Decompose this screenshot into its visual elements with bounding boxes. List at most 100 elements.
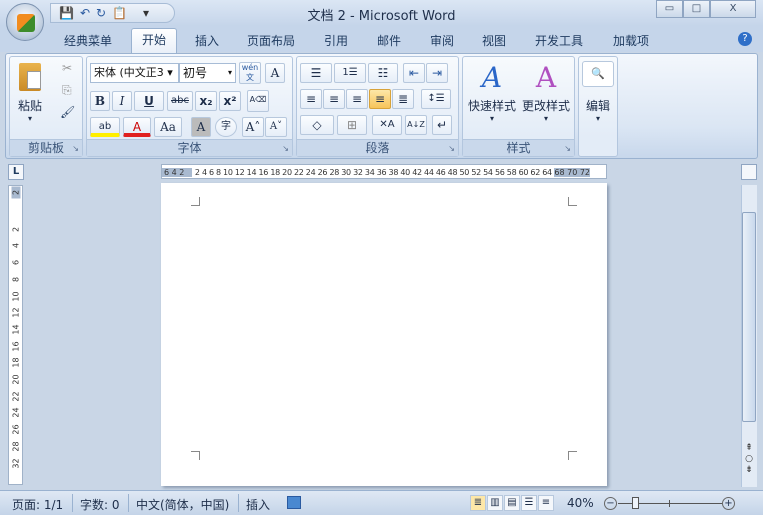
increase-indent-button[interactable]: ⇥ (426, 63, 448, 83)
print-layout-view-icon[interactable]: ≣ (470, 495, 486, 511)
sort-button[interactable]: A↓Z (405, 115, 427, 135)
format-painter-icon[interactable]: 🖌 (60, 105, 75, 119)
ruler-number: 6 (11, 260, 21, 266)
ruler-number: 14 (11, 324, 21, 335)
dialog-launcher-icon[interactable]: ↘ (448, 144, 455, 153)
view-ruler-button[interactable] (741, 164, 757, 180)
document-page[interactable] (161, 183, 607, 486)
quick-styles-button[interactable]: A 快速样式 ▾ (466, 61, 518, 133)
clipboard-icon (19, 63, 41, 91)
justify-button[interactable]: ≡ (369, 89, 391, 109)
cut-icon[interactable]: ✂ (62, 61, 72, 75)
chinese-layout-button[interactable]: ✕A (372, 115, 402, 135)
styles-label: 样式 (463, 139, 574, 156)
align-center-button[interactable]: ≡ (323, 89, 345, 109)
tab-selector-button[interactable]: L (8, 164, 24, 180)
copy-icon[interactable]: ⎘ (62, 83, 72, 98)
shrink-font-button[interactable]: A˅ (265, 117, 287, 137)
tab-mailings[interactable]: 邮件 (377, 32, 401, 49)
browse-object-buttons[interactable]: ⇞ ○ ⇟ (744, 443, 754, 476)
phonetic-guide-button[interactable]: wén 文 (239, 62, 261, 84)
line-spacing-button[interactable]: ↕☰ (421, 89, 451, 109)
tab-addins[interactable]: 加载项 (613, 32, 649, 49)
macro-record-icon[interactable] (287, 496, 301, 509)
quick-styles-icon: A (481, 61, 503, 94)
align-left-button[interactable]: ≡ (300, 89, 322, 109)
show-marks-button[interactable]: ↵ (432, 115, 452, 135)
maximize-button[interactable]: □ (683, 0, 710, 18)
paragraph-group: ☰ 1☰ ☷ ⇤ ⇥ ≡ ≡ ≡ ≡ ≣ ↕☰ ◇ ⊞ ✕A A↓Z ↵ 段落 ↘ (296, 56, 459, 157)
office-button[interactable] (6, 3, 44, 41)
close-button[interactable]: X (710, 0, 756, 18)
bullets-button[interactable]: ☰ (300, 63, 332, 83)
tab-home[interactable]: 开始 (131, 28, 177, 54)
subscript-button[interactable]: x₂ (195, 91, 217, 111)
paragraph-label: 段落 (297, 139, 458, 156)
character-border-button[interactable]: A (265, 63, 285, 83)
draft-view-icon[interactable]: ≡ (538, 495, 554, 511)
multilevel-list-button[interactable]: ☷ (368, 63, 398, 83)
grow-font-button[interactable]: A˄ (242, 117, 264, 137)
underline-button[interactable]: U (134, 91, 164, 111)
crop-mark (191, 451, 200, 460)
paste-button[interactable]: 粘贴 ▾ (14, 61, 46, 133)
zoom-out-icon[interactable]: − (604, 497, 617, 510)
outline-view-icon[interactable]: ☰ (521, 495, 537, 511)
character-shading-button[interactable]: A (191, 117, 211, 137)
change-styles-button[interactable]: A 更改样式 ▾ (520, 61, 572, 133)
tab-page-layout[interactable]: 页面布局 (247, 32, 295, 49)
find-icon: 🔍 (582, 61, 614, 87)
clear-formatting-button[interactable]: A⌫ (247, 90, 269, 112)
dialog-launcher-icon[interactable]: ↘ (282, 144, 289, 153)
vertical-ruler[interactable]: 2 2 4 6 8 10 12 14 16 18 20 22 24 26 28 32 (8, 185, 23, 485)
font-size-combo[interactable]: 初号 ▾ (179, 63, 236, 83)
web-layout-icon[interactable]: ▤ (504, 495, 520, 511)
tab-review[interactable]: 审阅 (430, 32, 454, 49)
ruler-number: 2 (11, 226, 21, 232)
editing-group: 🔍 编辑 ▾ (578, 56, 618, 157)
ribbon: 粘贴 ▾ ✂ ⎘ 🖌 剪贴板 ↘ 宋体 (中文正3 ▾ 初号 ▾ wén 文 A B … (5, 53, 758, 159)
font-label: 字体 (87, 139, 292, 156)
zoom-level[interactable]: 40% (567, 496, 594, 510)
shading-button[interactable]: ◇ (300, 115, 334, 135)
horizontal-ruler[interactable]: 6 4 2 2 4 6 8 10 12 14 16 18 20 22 24 26… (161, 164, 607, 179)
change-case-button[interactable]: Aa (154, 117, 182, 137)
borders-button[interactable]: ⊞ (337, 115, 367, 135)
superscript-button[interactable]: x² (219, 91, 241, 111)
tab-developer[interactable]: 开发工具 (535, 32, 583, 49)
page-count[interactable]: 页面: 1/1 (12, 496, 63, 513)
strikethrough-button[interactable]: abc (167, 91, 193, 111)
word-count[interactable]: 字数: 0 (80, 496, 120, 513)
insert-mode[interactable]: 插入 (246, 496, 270, 513)
tab-classic-menu[interactable]: 经典菜单 (64, 32, 112, 49)
ruler-number: 4 (11, 243, 21, 249)
dialog-launcher-icon[interactable]: ↘ (564, 144, 571, 153)
tab-view[interactable]: 视图 (482, 32, 506, 49)
paste-label: 粘贴 (17, 99, 42, 113)
full-screen-reading-icon[interactable]: ▥ (487, 495, 503, 511)
distributed-button[interactable]: ≣ (392, 89, 414, 109)
zoom-in-icon[interactable]: + (722, 497, 735, 510)
scrollbar-thumb[interactable] (742, 212, 756, 422)
editing-button[interactable]: 🔍 编辑 ▾ (582, 61, 614, 133)
help-icon[interactable]: ? (738, 32, 752, 46)
change-styles-label: 更改样式 (521, 99, 570, 113)
highlight-button[interactable]: ab (90, 117, 120, 137)
numbering-button[interactable]: 1☰ (334, 63, 366, 83)
align-right-button[interactable]: ≡ (346, 89, 368, 109)
enclose-characters-button[interactable]: 字 (215, 117, 237, 137)
tab-references[interactable]: 引用 (324, 32, 348, 49)
tab-insert[interactable]: 插入 (195, 32, 219, 49)
decrease-indent-button[interactable]: ⇤ (403, 63, 425, 83)
zoom-slider-thumb[interactable] (632, 497, 639, 509)
language-indicator[interactable]: 中文(简体，中国) (136, 496, 229, 513)
clipboard-group: 粘贴 ▾ ✂ ⎘ 🖌 剪贴板 ↘ (9, 56, 83, 157)
crop-mark (191, 197, 200, 206)
font-name-combo[interactable]: 宋体 (中文正3 ▾ (90, 63, 179, 83)
ruler-number: 10 (11, 290, 21, 302)
font-color-button[interactable]: A (123, 117, 151, 137)
bold-button[interactable]: B (90, 91, 110, 111)
italic-button[interactable]: I (112, 91, 132, 111)
minimize-button[interactable]: ▭ (656, 0, 683, 18)
dialog-launcher-icon[interactable]: ↘ (72, 144, 79, 153)
